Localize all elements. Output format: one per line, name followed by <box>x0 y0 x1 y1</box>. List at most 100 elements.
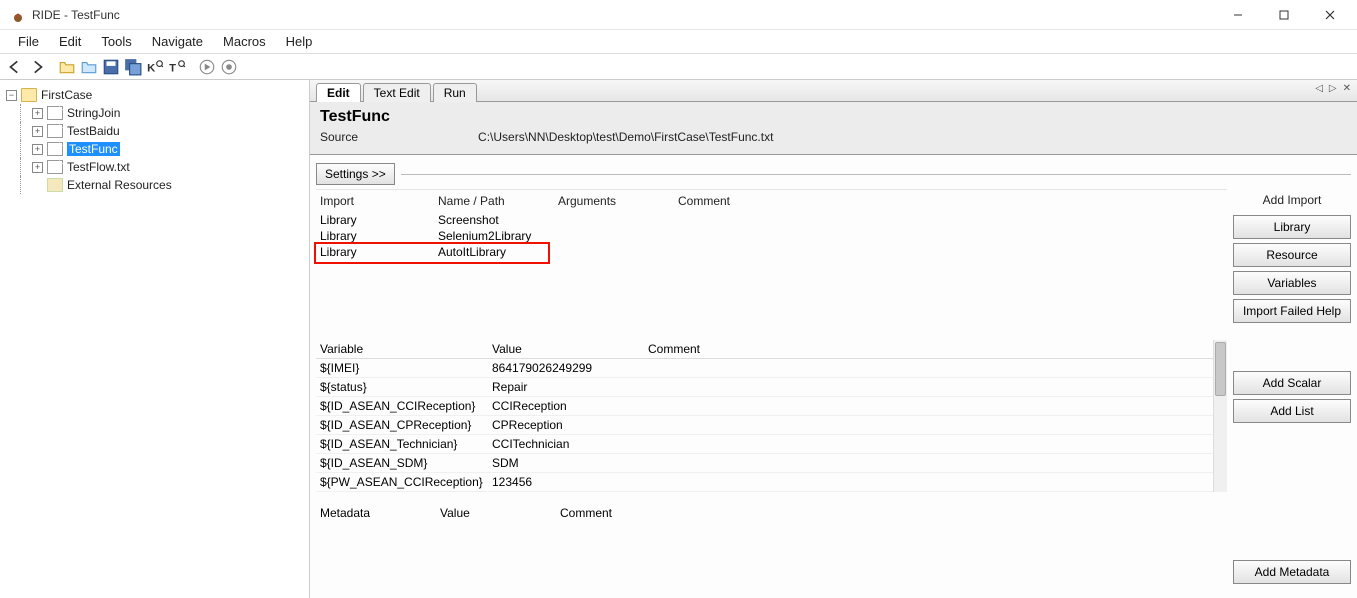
tab-run[interactable]: Run <box>433 83 477 102</box>
tree-item[interactable]: + StringJoin <box>6 104 307 122</box>
variable-value-cell: CPReception <box>492 418 648 432</box>
editor-body: Import Name / Path Arguments Comment Lib… <box>310 185 1357 598</box>
variable-name-cell: ${ID_ASEAN_CPReception} <box>320 418 492 432</box>
import-row[interactable]: Library Screenshot <box>316 212 1227 228</box>
add-list-button[interactable]: Add List <box>1233 399 1351 423</box>
import-row[interactable]: Library Selenium2Library <box>316 228 1227 244</box>
back-icon[interactable] <box>6 58 24 76</box>
tree-item-label: TestBaidu <box>67 124 120 138</box>
menu-help[interactable]: Help <box>276 32 323 51</box>
variable-row[interactable]: ${PW_ASEAN_CCIReception}123456 <box>316 473 1227 492</box>
scrollbar[interactable] <box>1213 340 1227 492</box>
tab-prev-icon[interactable]: ◁ <box>1315 83 1323 94</box>
col-comment: Comment <box>560 506 1223 520</box>
col-metadata: Metadata <box>320 506 440 520</box>
add-var-group: Add Scalar Add List <box>1233 371 1351 423</box>
editor-main: Import Name / Path Arguments Comment Lib… <box>310 185 1227 598</box>
minimize-button[interactable] <box>1215 0 1261 30</box>
variable-row[interactable]: ${ID_ASEAN_SDM}SDM <box>316 454 1227 473</box>
variable-row[interactable]: ${ID_ASEAN_CCIReception}CCIReception <box>316 397 1227 416</box>
variable-value-cell: Repair <box>492 380 648 394</box>
tree-external[interactable]: External Resources <box>6 176 307 194</box>
metadata-header: Metadata Value Comment <box>316 504 1227 522</box>
expander-icon[interactable]: + <box>32 144 43 155</box>
stop-icon[interactable] <box>220 58 238 76</box>
import-args-cell <box>558 245 678 259</box>
expander-icon[interactable]: + <box>32 108 43 119</box>
add-import-group: Add Import Library Resource Variables Im… <box>1233 193 1351 323</box>
variable-comment-cell <box>648 399 1223 413</box>
menu-edit[interactable]: Edit <box>49 32 91 51</box>
tab-next-icon[interactable]: ▷ <box>1329 83 1337 94</box>
col-variable: Variable <box>320 342 492 356</box>
resource-button[interactable]: Resource <box>1233 243 1351 267</box>
open-suite-icon[interactable] <box>80 58 98 76</box>
import-args-cell <box>558 213 678 227</box>
open-folder-icon[interactable] <box>58 58 76 76</box>
file-icon <box>47 160 63 174</box>
add-import-label: Add Import <box>1233 193 1351 207</box>
forward-icon[interactable] <box>28 58 46 76</box>
run-icon[interactable] <box>198 58 216 76</box>
menu-macros[interactable]: Macros <box>213 32 276 51</box>
sidebar-right: Add Import Library Resource Variables Im… <box>1227 185 1357 598</box>
col-import: Import <box>320 194 438 208</box>
variable-value-cell: CCIReception <box>492 399 648 413</box>
menu-tools[interactable]: Tools <box>91 32 141 51</box>
add-metadata-button[interactable]: Add Metadata <box>1233 560 1351 584</box>
col-value: Value <box>440 506 560 520</box>
col-args: Arguments <box>558 194 678 208</box>
variable-name-cell: ${status} <box>320 380 492 394</box>
variable-row[interactable]: ${ID_ASEAN_Technician}CCITechnician <box>316 435 1227 454</box>
variable-row[interactable]: ${IMEI}864179026249299 <box>316 359 1227 378</box>
import-cell: Library <box>320 229 438 243</box>
col-comment: Comment <box>648 342 1223 356</box>
settings-button[interactable]: Settings >> <box>316 163 395 185</box>
import-args-cell <box>558 229 678 243</box>
header-box: TestFunc Source C:\Users\NN\Desktop\test… <box>310 102 1357 155</box>
app-icon <box>10 7 26 23</box>
expander-icon[interactable]: + <box>32 162 43 173</box>
tree-item[interactable]: + TestFunc <box>6 140 307 158</box>
tree-item[interactable]: + TestBaidu <box>6 122 307 140</box>
expander-icon <box>32 180 43 191</box>
variable-name-cell: ${ID_ASEAN_SDM} <box>320 456 492 470</box>
scrollbar-thumb[interactable] <box>1215 342 1226 396</box>
variable-name-cell: ${ID_ASEAN_Technician} <box>320 437 492 451</box>
tree-item[interactable]: + TestFlow.txt <box>6 158 307 176</box>
menu-navigate[interactable]: Navigate <box>142 32 213 51</box>
library-button[interactable]: Library <box>1233 215 1351 239</box>
save-icon[interactable] <box>102 58 120 76</box>
tree-external-label: External Resources <box>67 178 172 192</box>
import-failed-help-button[interactable]: Import Failed Help <box>1233 299 1351 323</box>
variable-name-cell: ${PW_ASEAN_CCIReception} <box>320 475 492 489</box>
maximize-button[interactable] <box>1261 0 1307 30</box>
window-title: RIDE - TestFunc <box>32 8 120 22</box>
tree-root[interactable]: − FirstCase <box>6 86 307 104</box>
expander-icon[interactable]: − <box>6 90 17 101</box>
add-scalar-button[interactable]: Add Scalar <box>1233 371 1351 395</box>
variable-row[interactable]: ${ID_ASEAN_CPReception}CPReception <box>316 416 1227 435</box>
variables-table: Variable Value Comment ${IMEI}8641790262… <box>316 340 1227 492</box>
expander-icon[interactable]: + <box>32 126 43 137</box>
menu-file[interactable]: File <box>8 32 49 51</box>
tab-edit[interactable]: Edit <box>316 83 361 102</box>
col-comment: Comment <box>678 194 1223 208</box>
main-split: − FirstCase + StringJoin + TestBaidu + T… <box>0 80 1357 598</box>
variable-value-cell: 123456 <box>492 475 648 489</box>
import-row[interactable]: Library AutoItLibrary <box>316 244 1227 260</box>
tab-text-edit[interactable]: Text Edit <box>363 83 431 102</box>
tree-pane: − FirstCase + StringJoin + TestBaidu + T… <box>0 80 310 598</box>
import-comment-cell <box>678 213 1223 227</box>
tab-close-icon[interactable]: ✕ <box>1343 83 1351 94</box>
test-search-icon[interactable]: T <box>168 58 186 76</box>
close-button[interactable] <box>1307 0 1353 30</box>
variable-row[interactable]: ${status}Repair <box>316 378 1227 397</box>
title-bar: RIDE - TestFunc <box>0 0 1357 30</box>
add-meta-group: Add Metadata <box>1233 560 1351 584</box>
content-pane: Edit Text Edit Run ◁ ▷ ✕ TestFunc Source… <box>310 80 1357 598</box>
variable-value-cell: CCITechnician <box>492 437 648 451</box>
variables-button[interactable]: Variables <box>1233 271 1351 295</box>
keyword-search-icon[interactable]: K <box>146 58 164 76</box>
save-all-icon[interactable] <box>124 58 142 76</box>
